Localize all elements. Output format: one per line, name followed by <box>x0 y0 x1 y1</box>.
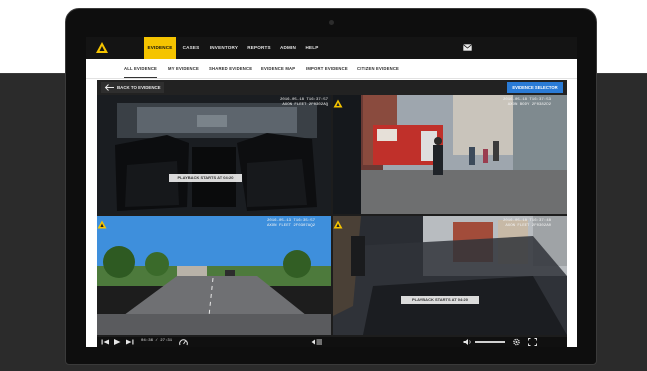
tab-my-evidence[interactable]: MY EVIDENCE <box>168 66 199 78</box>
pane-2-stamp-time: 2016-05-18 T16:37:53 <box>502 98 551 102</box>
nav-help[interactable]: HELP <box>302 37 322 59</box>
fullscreen-icon[interactable] <box>528 338 537 346</box>
video-pane-2[interactable]: 2016-05-18 T16:37:53 AXON BODY 2F0382D2 <box>333 95 567 214</box>
play-icon[interactable] <box>113 338 121 346</box>
pane-2-stamp-device: AXON BODY 2F0382D2 <box>507 102 551 107</box>
video-frame-street-scene <box>333 95 567 214</box>
multi-cam-player: BACK TO EVIDENCE EVIDENCE SELECTOR 2016-… <box>97 80 567 347</box>
video-pane-3[interactable]: 2016-05-13 T16:35:57 AXON FLEET 2F0307AQ… <box>97 216 331 335</box>
video-frame-car-interior <box>97 95 331 214</box>
video-frame-window-view <box>333 216 567 335</box>
skip-forward-icon[interactable] <box>125 338 134 346</box>
evidence-subnav: ALL EVIDENCE MY EVIDENCE SHARED EVIDENCE… <box>86 59 577 79</box>
pane-1-playback-note: PLAYBACK STARTS AT 04:20 <box>169 174 242 182</box>
arrow-left-icon <box>104 84 114 91</box>
evidence-selector-button[interactable]: EVIDENCE SELECTOR <box>507 82 563 93</box>
pane-2-alert-icon <box>333 99 343 108</box>
player-toolbar: BACK TO EVIDENCE EVIDENCE SELECTOR <box>97 80 567 95</box>
layout-toggle-icon[interactable] <box>311 338 323 346</box>
playback-speed-icon[interactable] <box>179 338 188 346</box>
video-frame-road <box>97 216 331 335</box>
pane-4-stamp-time: 2016-05-18 T16:37:48 <box>502 219 551 223</box>
laptop-frame: EVIDENCE CASES INVENTORY REPORTS ADMIN H… <box>65 8 597 365</box>
pane-4-stamp-device: AXON FLEET 2F0302A0 <box>505 223 551 228</box>
back-to-evidence-label: BACK TO EVIDENCE <box>117 85 161 90</box>
nav-reports[interactable]: REPORTS <box>244 37 274 59</box>
pane-3-alert-icon <box>97 220 107 229</box>
playback-time: 04:36 / 27:31 <box>141 338 173 343</box>
nav-admin[interactable]: ADMIN <box>276 37 300 59</box>
pane-3-stamp-time: 2016-05-13 T16:35:57 <box>266 219 315 223</box>
tab-all-evidence[interactable]: ALL EVIDENCE <box>124 66 158 78</box>
axon-logo-icon[interactable] <box>95 41 109 55</box>
pane-1-stamp-device: AXON FLEET 2F0302AQ <box>282 102 328 107</box>
mail-icon[interactable] <box>463 44 472 51</box>
nav-inventory[interactable]: INVENTORY <box>206 37 242 59</box>
pane-1-stamp-time: 2016-05-18 T16:37:57 <box>279 98 328 102</box>
webcam-dot <box>329 20 334 25</box>
volume-icon[interactable] <box>463 338 473 346</box>
tab-import-evidence[interactable]: IMPORT EVIDENCE <box>306 66 348 78</box>
marketing-stage: EVIDENCE CASES INVENTORY REPORTS ADMIN H… <box>0 0 647 371</box>
tab-citizen-evidence[interactable]: CITIZEN EVIDENCE <box>357 66 399 78</box>
pane-3-stamp-device: AXON FLEET 2F0307AQ2 <box>266 223 315 228</box>
volume-slider[interactable] <box>475 341 505 343</box>
back-to-evidence-button[interactable]: BACK TO EVIDENCE <box>101 82 164 93</box>
settings-gear-icon[interactable] <box>512 338 521 346</box>
skip-back-icon[interactable] <box>101 338 110 346</box>
pane-2-timestamp: 2016-05-18 T16:37:53 AXON BODY 2F0382D2 <box>503 98 551 107</box>
player-controls: 04:36 / 27:31 <box>97 337 567 347</box>
pane-4-playback-note: PLAYBACK STARTS AT 04:20 <box>401 296 479 304</box>
pane-3-timestamp: 2016-05-13 T16:35:57 AXON FLEET 2F0307AQ… <box>267 219 315 228</box>
pane-4-alert-icon <box>333 220 343 229</box>
laptop-screen: EVIDENCE CASES INVENTORY REPORTS ADMIN H… <box>86 37 577 347</box>
nav-evidence[interactable]: EVIDENCE <box>144 37 176 59</box>
video-pane-1[interactable]: 2016-05-18 T16:37:57 AXON FLEET 2F0302AQ… <box>97 95 331 214</box>
pane-1-timestamp: 2016-05-18 T16:37:57 AXON FLEET 2F0302AQ <box>280 98 328 107</box>
tab-shared-evidence[interactable]: SHARED EVIDENCE <box>209 66 252 78</box>
video-pane-4[interactable]: 2016-05-18 T16:37:48 AXON FLEET 2F0302A0… <box>333 216 567 335</box>
tab-evidence-map[interactable]: EVIDENCE MAP <box>261 66 295 78</box>
pane-4-timestamp: 2016-05-18 T16:37:48 AXON FLEET 2F0302A0 <box>503 219 551 228</box>
top-navigation: EVIDENCE CASES INVENTORY REPORTS ADMIN H… <box>86 37 577 59</box>
nav-cases[interactable]: CASES <box>178 37 204 59</box>
